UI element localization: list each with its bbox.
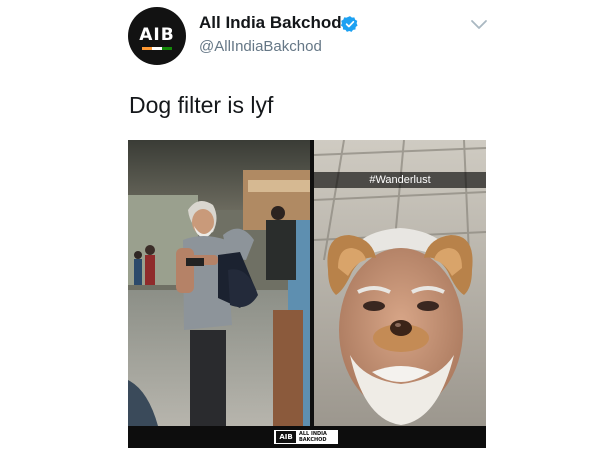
display-name[interactable]: All India Bakchod xyxy=(199,13,342,33)
watermark-brand-name: ALL INDIA BAKCHOD xyxy=(299,431,327,443)
platform-scene-image xyxy=(128,140,310,426)
avatar-stripe-saffron xyxy=(142,47,152,50)
photo-platform[interactable] xyxy=(128,140,310,426)
photo-dog-filter-selfie[interactable]: #Wanderlust xyxy=(314,140,486,426)
tweet-text: Dog filter is lyf xyxy=(129,92,274,118)
media-footer-bar: AIB ALL INDIA BAKCHOD xyxy=(128,426,486,448)
verified-badge-icon xyxy=(341,16,358,32)
tweet-media[interactable]: #Wanderlust AIB ALL INDIA BAKCHOD xyxy=(128,140,486,448)
wanderlust-caption: #Wanderlust xyxy=(369,174,431,186)
avatar-stripe-green xyxy=(162,47,172,50)
tweet-card: AIB All India Bakchod @AllIndiaBakchod D… xyxy=(0,0,600,450)
avatar-logo-text: AIB xyxy=(139,25,175,45)
avatar[interactable]: AIB xyxy=(128,7,186,65)
account-handle[interactable]: @AllIndiaBakchod xyxy=(199,38,322,55)
aib-watermark-logo: AIB ALL INDIA BAKCHOD xyxy=(274,430,338,444)
avatar-stripe-white xyxy=(152,47,162,50)
chevron-down-icon[interactable] xyxy=(470,19,488,31)
watermark-logo-mark: AIB xyxy=(276,431,296,443)
